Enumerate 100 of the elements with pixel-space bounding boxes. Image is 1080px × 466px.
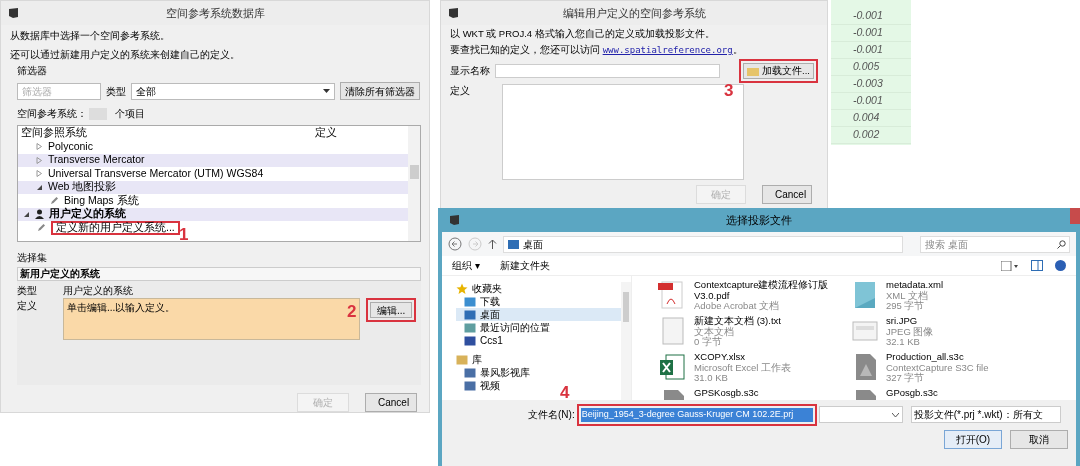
type-label: 类型 <box>106 84 126 99</box>
table-cell: -0.001 <box>831 42 911 59</box>
type-dropdown[interactable]: 全部 <box>131 82 335 100</box>
file-type-dropdown[interactable]: 投影文件(*.prj *.wkt)：所有文 <box>910 406 1061 424</box>
video-folder-icon <box>464 380 476 391</box>
file-type: JPEG 图像 <box>886 326 935 337</box>
recent-folder-icon <box>464 322 476 333</box>
tree-item-label[interactable]: Universal Transverse Mercator (UTM) WGS84 <box>48 165 264 182</box>
star-icon <box>456 282 468 295</box>
table-cell: 0.002 <box>831 127 911 144</box>
address-bar[interactable]: 桌面 <box>503 235 903 253</box>
window-icon <box>448 7 459 19</box>
website-link[interactable]: www.spatialreference.org <box>602 45 733 55</box>
intro-text: 还可以通过新建用户定义的系统来创建自己的定义。 <box>10 48 241 62</box>
table-cell: -0.003 <box>831 76 911 93</box>
table-cell: -0.001 <box>831 25 911 42</box>
tree-item-label[interactable]: 定义新的用户定义系统... <box>56 219 175 236</box>
cancel-button[interactable]: 取消 <box>1010 429 1068 449</box>
sidebar-item[interactable]: 最近访问的位置 <box>456 321 621 334</box>
sidebar-group[interactable]: 收藏夹 <box>472 281 502 296</box>
file-name[interactable]: 新建文本文档 (3).txt <box>694 316 838 327</box>
toolbar-button[interactable]: 组织 ▾ <box>452 258 480 273</box>
name-label: 显示名称 <box>450 63 491 78</box>
table-cell: -0.001 <box>831 8 911 25</box>
breadcrumb[interactable]: 桌面 <box>523 236 543 252</box>
desktop-folder-icon <box>464 309 476 320</box>
file-type: Adobe Acrobat 文档 <box>694 301 780 312</box>
up-arrow-icon[interactable] <box>488 239 497 249</box>
file-name[interactable]: GPosgb.s3c <box>886 388 1030 399</box>
lookup-text: 要查找已知的定义，您还可以访问 www.spatialreference.org。 <box>450 43 744 57</box>
intro-text: 以 WKT 或 PROJ.4 格式输入您自己的定义或加载投影文件。 <box>450 27 716 41</box>
file-size: 31.0 KB <box>694 373 729 384</box>
expanded-triangle-icon[interactable] <box>23 210 30 218</box>
user-icon <box>35 209 44 220</box>
library-folder-icon <box>456 354 468 365</box>
window-icon <box>8 7 19 19</box>
search-icon[interactable] <box>1057 239 1066 249</box>
sidebar-item[interactable]: 桌面 <box>456 308 621 321</box>
pencil-icon <box>50 196 59 206</box>
group-label: 选择集 <box>16 251 48 265</box>
group-label: 筛选器 <box>16 64 48 78</box>
xlsx-file-icon <box>658 352 686 382</box>
file-size: 327 字节 <box>886 373 925 384</box>
toolbar-button[interactable]: 新建文件夹 <box>499 258 550 273</box>
load-file-button[interactable]: 加载文件... <box>743 63 814 79</box>
user-folder-icon <box>464 335 476 346</box>
preview-pane-icon[interactable] <box>1031 260 1043 271</box>
file-name[interactable]: Production_all.s3c <box>886 352 1030 363</box>
window-title: 编辑用户定义的空间参考系统 <box>562 5 706 21</box>
expanded-triangle-icon[interactable] <box>36 183 43 191</box>
dialog-button[interactable]: Cancel <box>762 185 812 204</box>
file-size: 295 字节 <box>886 301 925 312</box>
edit-button[interactable]: 编辑... <box>370 302 413 318</box>
clear-filters-button[interactable]: 清除所有筛选器 <box>340 82 420 100</box>
download-folder-icon <box>464 296 476 307</box>
filename-label: 文件名(N): <box>528 408 575 423</box>
pencil-icon <box>37 223 46 233</box>
filter-field[interactable]: 筛选器 <box>17 82 101 100</box>
column-header[interactable]: 空间参照系统 <box>21 126 315 141</box>
scrollbar[interactable] <box>621 282 631 400</box>
display-name-field[interactable] <box>495 64 720 78</box>
file-type: 文本文档 <box>694 326 734 337</box>
view-options-icon[interactable] <box>1001 260 1019 271</box>
definition-field[interactable] <box>502 84 744 180</box>
file-name[interactable]: GPSKosgb.s3c <box>694 388 838 399</box>
file-name[interactable]: Contextcapture建模流程修订版 V3.0.pdf <box>694 280 838 301</box>
table-cell: 0.004 <box>831 110 911 127</box>
step-number: 4 <box>560 384 570 401</box>
desktop-icon <box>508 239 519 249</box>
window-icon <box>449 214 460 226</box>
dropdown-value: 全部 <box>136 84 156 99</box>
file-type: ContextCapture S3C file <box>886 362 990 373</box>
file-name[interactable]: sri.JPG <box>886 316 1030 327</box>
sidebar-item[interactable]: 下载 <box>456 295 621 308</box>
file-name[interactable]: metadata.xml <box>886 280 1030 291</box>
step-number: 1 <box>179 226 189 243</box>
type-label: 类型 <box>17 284 38 298</box>
search-field[interactable]: 搜索 桌面 <box>920 235 1070 253</box>
count-unit: 个项目 <box>115 107 145 121</box>
back-icon[interactable] <box>448 237 462 251</box>
step-number: 2 <box>347 303 357 320</box>
scrollbar[interactable] <box>408 126 420 241</box>
column-header[interactable]: 定义 <box>315 126 337 141</box>
pdf-file-icon <box>658 280 686 310</box>
table-cell: 0.005 <box>831 59 911 76</box>
sidebar-group[interactable]: 库 <box>472 352 482 367</box>
tree-item-label[interactable]: Polyconic <box>48 138 93 155</box>
dropdown-arrow-icon <box>323 89 330 93</box>
intro-text: 从数据库中选择一个空间参考系统。 <box>10 29 171 43</box>
system-name-field[interactable]: 新用户定义的系统 <box>17 267 421 281</box>
window-title: 空间参考系统数据库 <box>165 5 265 21</box>
sidebar-item[interactable]: 暴风影视库 <box>456 366 621 379</box>
file-name[interactable]: XCOPY.xlsx <box>694 352 838 363</box>
definition-label: 定义 <box>17 299 38 313</box>
dialog-button[interactable]: Cancel <box>365 393 417 412</box>
filename-field[interactable]: Beijing_1954_3-degree Gauss-Kruger CM 102.2E.prj <box>580 408 813 422</box>
definition-label: 定义 <box>450 84 471 98</box>
open-button[interactable]: 打开(O) <box>944 429 1002 449</box>
sidebar-item[interactable]: Ccs1 <box>456 334 621 347</box>
file-type: XML 文档 <box>886 290 929 301</box>
